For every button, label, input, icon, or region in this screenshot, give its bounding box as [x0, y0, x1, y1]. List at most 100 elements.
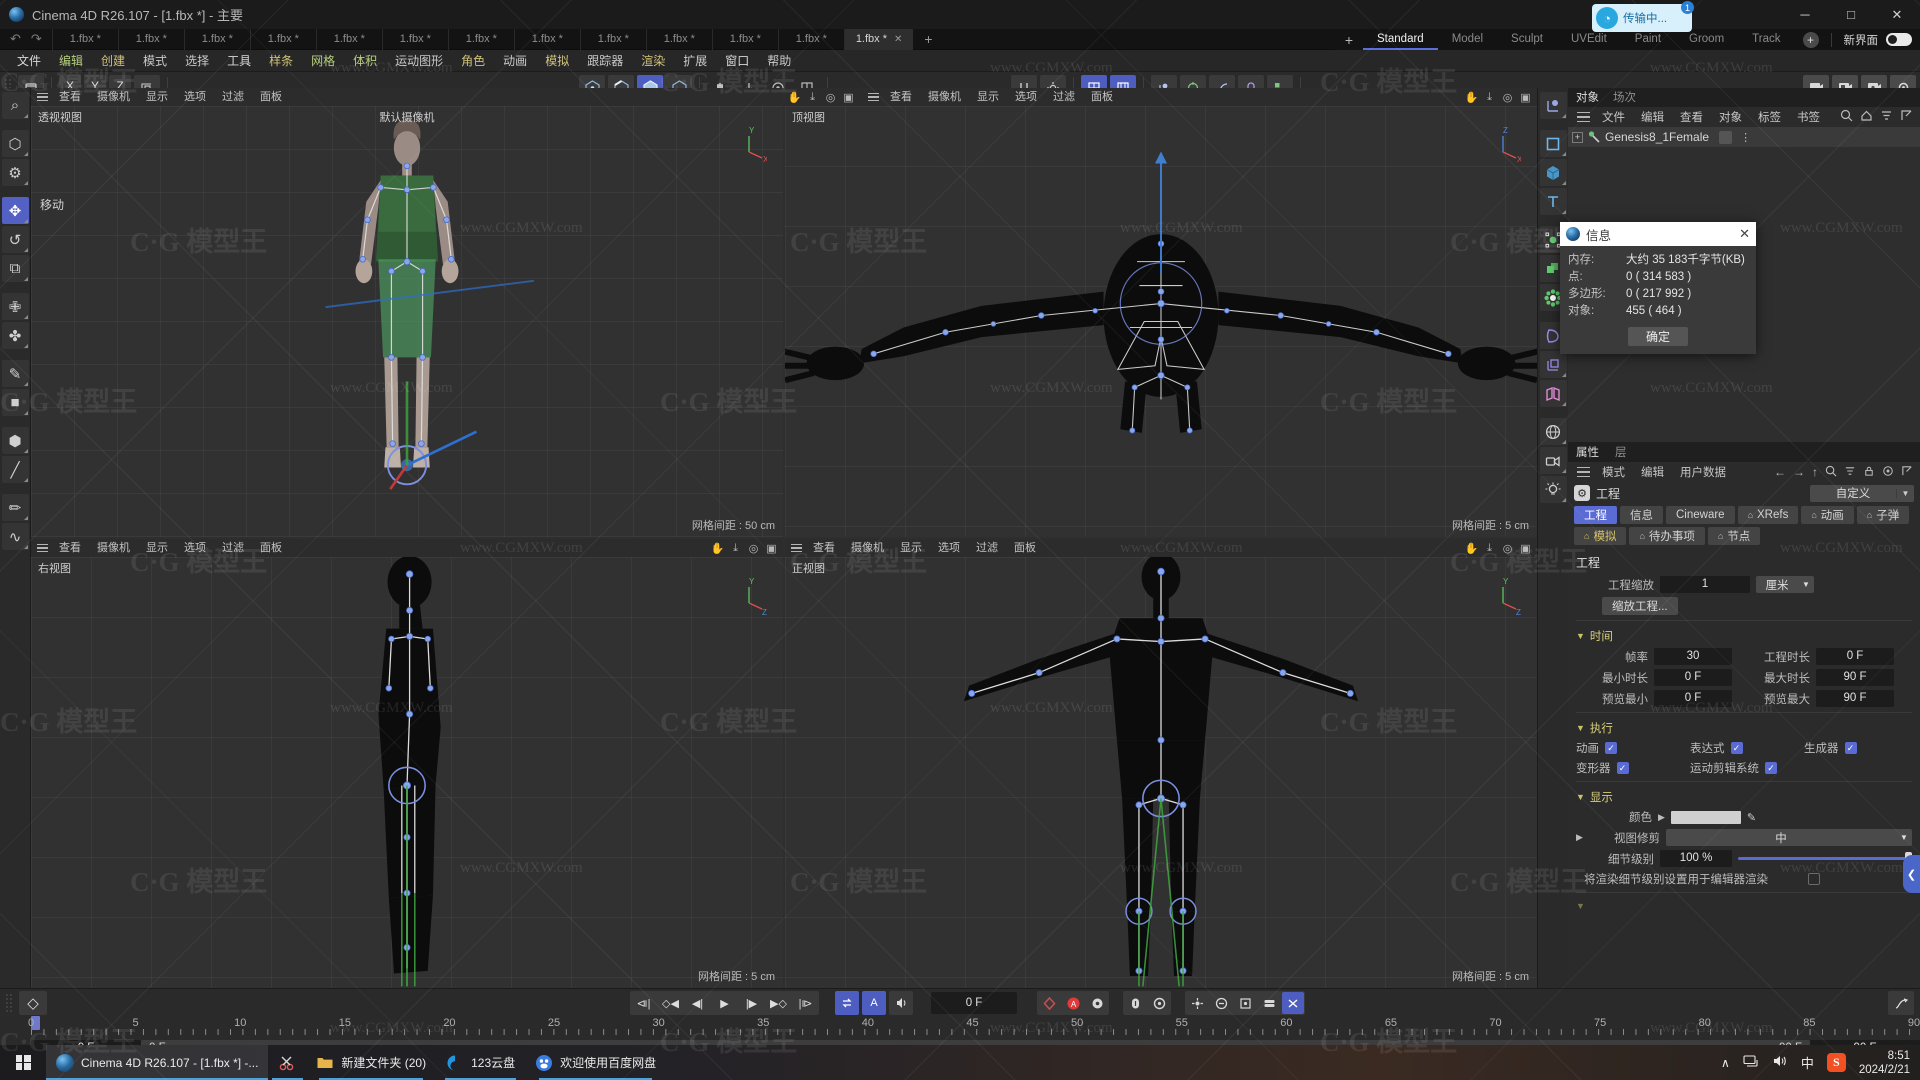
- eyedropper-icon[interactable]: ✎: [1747, 811, 1756, 824]
- add-file-tab-button[interactable]: +: [913, 29, 943, 50]
- move-tool-icon[interactable]: ✥: [1, 197, 29, 224]
- record-active-objects-icon[interactable]: [1038, 992, 1060, 1014]
- project-scale-unit-dropdown[interactable]: 厘米 ▼: [1756, 576, 1814, 593]
- null-object-icon[interactable]: [1539, 92, 1567, 119]
- lod-slider[interactable]: [1738, 852, 1912, 865]
- spline-pen-icon[interactable]: ✎: [1, 360, 29, 387]
- scale-key-icon[interactable]: [1186, 992, 1208, 1014]
- vp-menu-display[interactable]: 显示: [138, 88, 176, 106]
- vp-menu-view[interactable]: 查看: [805, 539, 843, 557]
- show-hidden-icons-icon[interactable]: ∧: [1721, 1056, 1730, 1070]
- am-menu-mode[interactable]: 模式: [1594, 464, 1633, 480]
- timeline-ruler[interactable]: 0 5 10 15 20 25 30 35 40 45 50 55 60 65 70 75 80 85 90: [28, 1016, 1920, 1037]
- menu-跟踪器[interactable]: 跟踪器: [578, 50, 632, 72]
- viewport-pan-icon[interactable]: ✋: [787, 90, 802, 105]
- poly-brush-icon[interactable]: ⬢: [1, 427, 29, 454]
- camera-object-icon[interactable]: [1539, 447, 1567, 474]
- vp-menu-camera[interactable]: 摄像机: [843, 539, 892, 557]
- file-tab[interactable]: 1.fbx *: [777, 28, 844, 50]
- collapse-panel-tab[interactable]: ❮: [1903, 855, 1920, 893]
- tab-objects[interactable]: 对象: [1576, 89, 1613, 107]
- viewport-rotate-icon[interactable]: ◎: [746, 541, 761, 556]
- file-tab[interactable]: 1.fbx *: [117, 28, 184, 50]
- autokey-button[interactable]: A: [862, 991, 886, 1015]
- next-key-button[interactable]: ▶◇: [765, 991, 792, 1015]
- taskbar-item-folder[interactable]: 新建文件夹 (20): [306, 1045, 436, 1080]
- param-key-icon[interactable]: [1210, 992, 1232, 1014]
- field-value[interactable]: 30: [1654, 648, 1732, 665]
- layout-tab-standard[interactable]: Standard: [1363, 29, 1438, 50]
- tab-takes[interactable]: 场次: [1613, 89, 1650, 107]
- upload-toast[interactable]: ◔ 传输中... 1: [1592, 1, 1694, 32]
- menu-体积[interactable]: 体积: [344, 50, 386, 72]
- attr-tab-待办事项[interactable]: ⌂ 待办事项: [1629, 527, 1705, 545]
- viewport-rotate-icon[interactable]: ◎: [1500, 90, 1515, 105]
- om-menu-bookmarks[interactable]: 书签: [1789, 109, 1828, 125]
- layout-tab-groom[interactable]: Groom: [1675, 29, 1738, 50]
- menu-选择[interactable]: 选择: [176, 50, 218, 72]
- attr-tab-工程[interactable]: 工程: [1574, 506, 1617, 524]
- back-arrow-icon[interactable]: ←: [1774, 465, 1786, 479]
- minimize-button[interactable]: ─: [1782, 0, 1828, 29]
- vp-menu-view[interactable]: 查看: [882, 88, 920, 106]
- vp-menu-panel[interactable]: 面板: [1006, 539, 1044, 557]
- forward-arrow-icon[interactable]: →: [1793, 465, 1805, 479]
- menu-角色[interactable]: 角色: [452, 50, 494, 72]
- render-group-header[interactable]: ▼: [1568, 896, 1920, 914]
- volume-icon[interactable]: [1772, 1054, 1788, 1071]
- previous-key-button[interactable]: ◇◀: [657, 991, 684, 1015]
- vp-menu-options[interactable]: 选项: [176, 88, 214, 106]
- expand-toggle-icon[interactable]: +: [1572, 131, 1583, 143]
- view-clipping-dropdown[interactable]: 中 ▼: [1666, 829, 1912, 846]
- go-to-start-button[interactable]: ⧏|: [630, 991, 657, 1015]
- target-icon[interactable]: [1882, 465, 1894, 480]
- exec-checkbox[interactable]: ✓: [1605, 742, 1617, 754]
- vp-menu-filter[interactable]: 过滤: [214, 88, 252, 106]
- vp-menu-filter[interactable]: 过滤: [968, 539, 1006, 557]
- play-button[interactable]: ▶: [711, 991, 738, 1015]
- vp-menu-display[interactable]: 显示: [892, 539, 930, 557]
- field-value[interactable]: 90 F: [1816, 690, 1894, 707]
- file-tab[interactable]: 1.fbx *: [513, 28, 580, 50]
- filter-icon[interactable]: [1880, 109, 1893, 125]
- object-row-genesis[interactable]: + Genesis8_1Female ⋮: [1568, 127, 1920, 147]
- taskbar-item-snip-tool[interactable]: [268, 1045, 306, 1080]
- vp-menu-options[interactable]: 选项: [176, 539, 214, 557]
- viewport-pan-icon[interactable]: ✋: [1464, 90, 1479, 105]
- undo-icon[interactable]: ↶: [10, 31, 21, 47]
- project-scale-value[interactable]: 1: [1660, 576, 1750, 593]
- exec-checkbox[interactable]: ✓: [1765, 762, 1777, 774]
- viewport-right[interactable]: 查看 摄像机 显示 选项 过滤 面板 ✋ ⤓ ◎ ▣ 右视图 Y Z 网格间距 …: [31, 539, 783, 988]
- viewport-maximize-icon[interactable]: ▣: [841, 90, 856, 105]
- expand-panel-icon[interactable]: [1901, 465, 1913, 480]
- live-selection-icon[interactable]: ⬡: [1, 130, 29, 157]
- menu-样条[interactable]: 样条: [260, 50, 302, 72]
- attr-tab-XRefs[interactable]: ⌂ XRefs: [1737, 506, 1799, 524]
- taskbar-item-c4d[interactable]: Cinema 4D R26.107 - [1.fbx *] -...: [46, 1045, 269, 1080]
- file-tab[interactable]: 1.fbx *: [381, 28, 448, 50]
- ime-indicator[interactable]: 中: [1801, 1053, 1814, 1072]
- color-swatch[interactable]: [1670, 810, 1741, 824]
- viewport-canvas-front[interactable]: 正视图 Y Z 网格间距: 5 cm: [785, 557, 1537, 988]
- tab-attributes[interactable]: 属性: [1576, 444, 1615, 462]
- viewport-canvas-right[interactable]: 右视图 Y Z 网格间距: 5 cm: [31, 557, 783, 988]
- sogou-ime-icon[interactable]: S: [1826, 1053, 1846, 1072]
- dope-sheet-icon[interactable]: [1282, 992, 1304, 1014]
- search-icon[interactable]: [1825, 465, 1837, 480]
- menu-运动图形[interactable]: 运动图形: [386, 50, 452, 72]
- key-mode-icon[interactable]: [1258, 992, 1280, 1014]
- file-tab[interactable]: 1.fbx *: [249, 28, 316, 50]
- menu-工具[interactable]: 工具: [218, 50, 260, 72]
- taskbar-item-cloud-disk[interactable]: 123云盘: [436, 1045, 525, 1080]
- go-to-end-button[interactable]: |⧐: [792, 991, 819, 1015]
- viewport-rotate-icon[interactable]: ◎: [823, 90, 838, 105]
- vp-menu-options[interactable]: 选项: [1007, 88, 1045, 106]
- taskbar-item-baidu-netdisk[interactable]: 欢迎使用百度网盘: [525, 1045, 666, 1080]
- viewport-maximize-icon[interactable]: ▣: [764, 541, 779, 556]
- viewport-hamburger-icon[interactable]: [787, 543, 805, 553]
- viewport-zoom-icon[interactable]: ⤓: [1482, 90, 1497, 105]
- timeline-grip[interactable]: [5, 993, 14, 1013]
- chevron-right-icon[interactable]: ▶: [1576, 832, 1584, 843]
- attr-tab-动画[interactable]: ⌂ 动画: [1801, 506, 1854, 524]
- file-tab[interactable]: 1.fbx *: [51, 28, 118, 50]
